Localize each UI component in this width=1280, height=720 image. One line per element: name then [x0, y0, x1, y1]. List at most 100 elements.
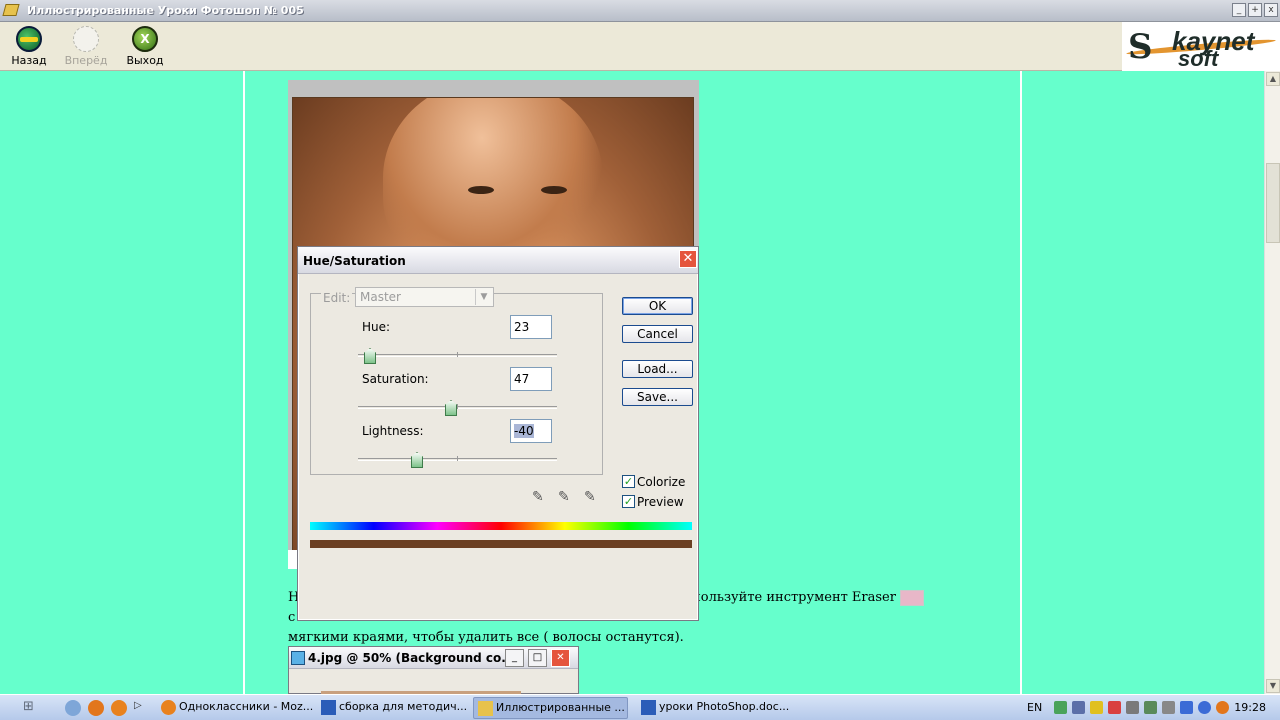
lightness-value: -40: [514, 424, 534, 438]
forward-label: Вперёд: [64, 54, 108, 67]
photo-eye-left: [468, 186, 494, 194]
document-window-title: 4.jpg @ 50% (Background co...: [308, 651, 515, 665]
cancel-button[interactable]: Cancel: [622, 325, 693, 343]
task-firefox[interactable]: Одноклассники - Moz...: [157, 697, 313, 719]
tray-network-icon[interactable]: [1054, 701, 1067, 714]
tray-opera-icon[interactable]: [1216, 701, 1229, 714]
document-window-titlebar: 4.jpg @ 50% (Background co... _ □ ✕: [289, 647, 578, 669]
document-window[interactable]: 4.jpg @ 50% (Background co... _ □ ✕: [288, 646, 579, 694]
tray-audio-icon[interactable]: [1144, 701, 1157, 714]
hue-saturation-dialog: Hue/Saturation ✕ Edit: Master ▼ Hue: 23 …: [297, 246, 699, 621]
system-tray: EN 19:28: [1022, 695, 1280, 720]
load-button[interactable]: Load...: [622, 360, 693, 378]
vertical-scrollbar[interactable]: ▲ ▼: [1264, 71, 1280, 694]
language-indicator[interactable]: EN: [1027, 701, 1042, 714]
chevron-down-icon: ▼: [475, 289, 492, 305]
window-titlebar: Иллюстрированные Уроки Фотошоп № 005 _ +…: [0, 0, 1280, 22]
tray-security-icon[interactable]: [1108, 701, 1121, 714]
logo-s: S: [1128, 27, 1153, 67]
left-column-divider: [243, 71, 245, 694]
adjustment-group: [310, 293, 603, 475]
exit-button[interactable]: Выход: [123, 24, 167, 68]
preview-checkbox[interactable]: ✓: [622, 495, 635, 508]
taskbar: ⊞ ▷ Одноклассники - Moz... сборка для ме…: [0, 694, 1280, 720]
doc-maximize-button[interactable]: □: [528, 649, 547, 667]
eyedropper-minus-icon[interactable]: ✎: [584, 489, 602, 507]
dialog-title: Hue/Saturation: [303, 254, 406, 268]
lessons-task-icon: [478, 701, 493, 716]
task-word-2-label: уроки PhotoShop.doc...: [659, 700, 790, 713]
lightness-input[interactable]: -40: [510, 419, 552, 443]
tray-power-icon[interactable]: [1198, 701, 1211, 714]
task-word-1-label: сборка для методич...: [339, 700, 467, 713]
task-lessons-label: Иллюстрированные ...: [496, 701, 625, 714]
saturation-label: Saturation:: [362, 372, 429, 386]
firefox-icon[interactable]: [111, 700, 127, 716]
tray-shield-icon[interactable]: [1090, 701, 1103, 714]
eraser-tool-icon: [900, 589, 925, 606]
saturation-input[interactable]: 47: [510, 367, 552, 391]
tray-monitor-icon[interactable]: [1072, 701, 1085, 714]
window-title: Иллюстрированные Уроки Фотошоп № 005: [27, 4, 304, 17]
windows-start-icon[interactable]: ⊞: [23, 699, 41, 717]
back-label: Назад: [11, 54, 47, 67]
task-firefox-label: Одноклассники - Moz...: [179, 700, 313, 713]
opera-icon[interactable]: [88, 700, 104, 716]
firefox-task-icon: [161, 700, 176, 715]
ok-button[interactable]: OK: [622, 297, 693, 315]
doc-close-button[interactable]: ✕: [551, 649, 570, 667]
lightness-label: Lightness:: [362, 424, 424, 438]
forward-button[interactable]: Вперёд: [64, 24, 108, 68]
tray-bluetooth-icon[interactable]: [1180, 701, 1193, 714]
show-desktop-icon[interactable]: [65, 700, 81, 716]
back-icon: [16, 26, 42, 52]
exit-icon: [132, 26, 158, 52]
spectrum-bar: [310, 522, 692, 530]
close-button[interactable]: x: [1264, 3, 1278, 17]
app-icon: [2, 4, 20, 16]
word-task-icon-2: [641, 700, 656, 715]
save-button[interactable]: Save...: [622, 388, 693, 406]
hue-slider-track[interactable]: [358, 352, 557, 357]
photo-eye-right: [541, 186, 567, 194]
back-button[interactable]: Назад: [7, 24, 51, 68]
edit-label: Edit:: [321, 291, 353, 305]
edit-select[interactable]: Master ▼: [355, 287, 494, 307]
quicklaunch-expand-icon[interactable]: ▷: [134, 700, 144, 716]
eyedropper-icon[interactable]: ✎: [532, 489, 550, 507]
tray-x-icon[interactable]: [1126, 701, 1139, 714]
scroll-thumb[interactable]: [1266, 163, 1280, 243]
dialog-close-button[interactable]: ✕: [679, 250, 697, 268]
lightness-slider-track[interactable]: [358, 456, 557, 461]
doc-minimize-button[interactable]: _: [505, 649, 524, 667]
scroll-down-icon[interactable]: ▼: [1266, 679, 1280, 693]
toolbar: Назад Вперёд Выход: [0, 22, 1280, 71]
preview-label: Preview: [637, 495, 684, 509]
dialog-titlebar: Hue/Saturation ✕: [298, 247, 698, 274]
maximize-button[interactable]: +: [1248, 3, 1262, 17]
hue-input[interactable]: 23: [510, 315, 552, 339]
colorize-label: Colorize: [637, 475, 686, 489]
right-column-divider: [1020, 71, 1022, 694]
minimize-button[interactable]: _: [1232, 3, 1246, 17]
eyedropper-plus-icon[interactable]: ✎: [558, 489, 576, 507]
clock: 19:28: [1234, 701, 1266, 714]
forward-icon: [73, 26, 99, 52]
task-word-1[interactable]: сборка для методич...: [317, 697, 467, 719]
skaynet-soft-logo: S kaynet soft: [1122, 22, 1280, 71]
edit-select-value: Master: [360, 290, 401, 304]
saturation-slider-track[interactable]: [358, 404, 557, 409]
task-word-2[interactable]: уроки PhotoShop.doc...: [637, 697, 797, 719]
instruction-text-3: мягкими краями, чтобы удалить все ( воло…: [288, 630, 684, 645]
exit-label: Выход: [126, 54, 164, 67]
task-photoshop-lessons[interactable]: Иллюстрированные ...: [473, 697, 628, 719]
instruction-text-2: с: [288, 610, 296, 625]
colorize-checkbox[interactable]: ✓: [622, 475, 635, 488]
scroll-up-icon[interactable]: ▲: [1266, 72, 1280, 86]
photoshop-doc-icon: [291, 651, 305, 665]
logo-bottom-text: soft: [1178, 46, 1219, 71]
colorized-spectrum-bar: [310, 540, 692, 548]
word-task-icon: [321, 700, 336, 715]
tray-media-icon[interactable]: [1162, 701, 1175, 714]
hue-label: Hue:: [362, 320, 391, 334]
